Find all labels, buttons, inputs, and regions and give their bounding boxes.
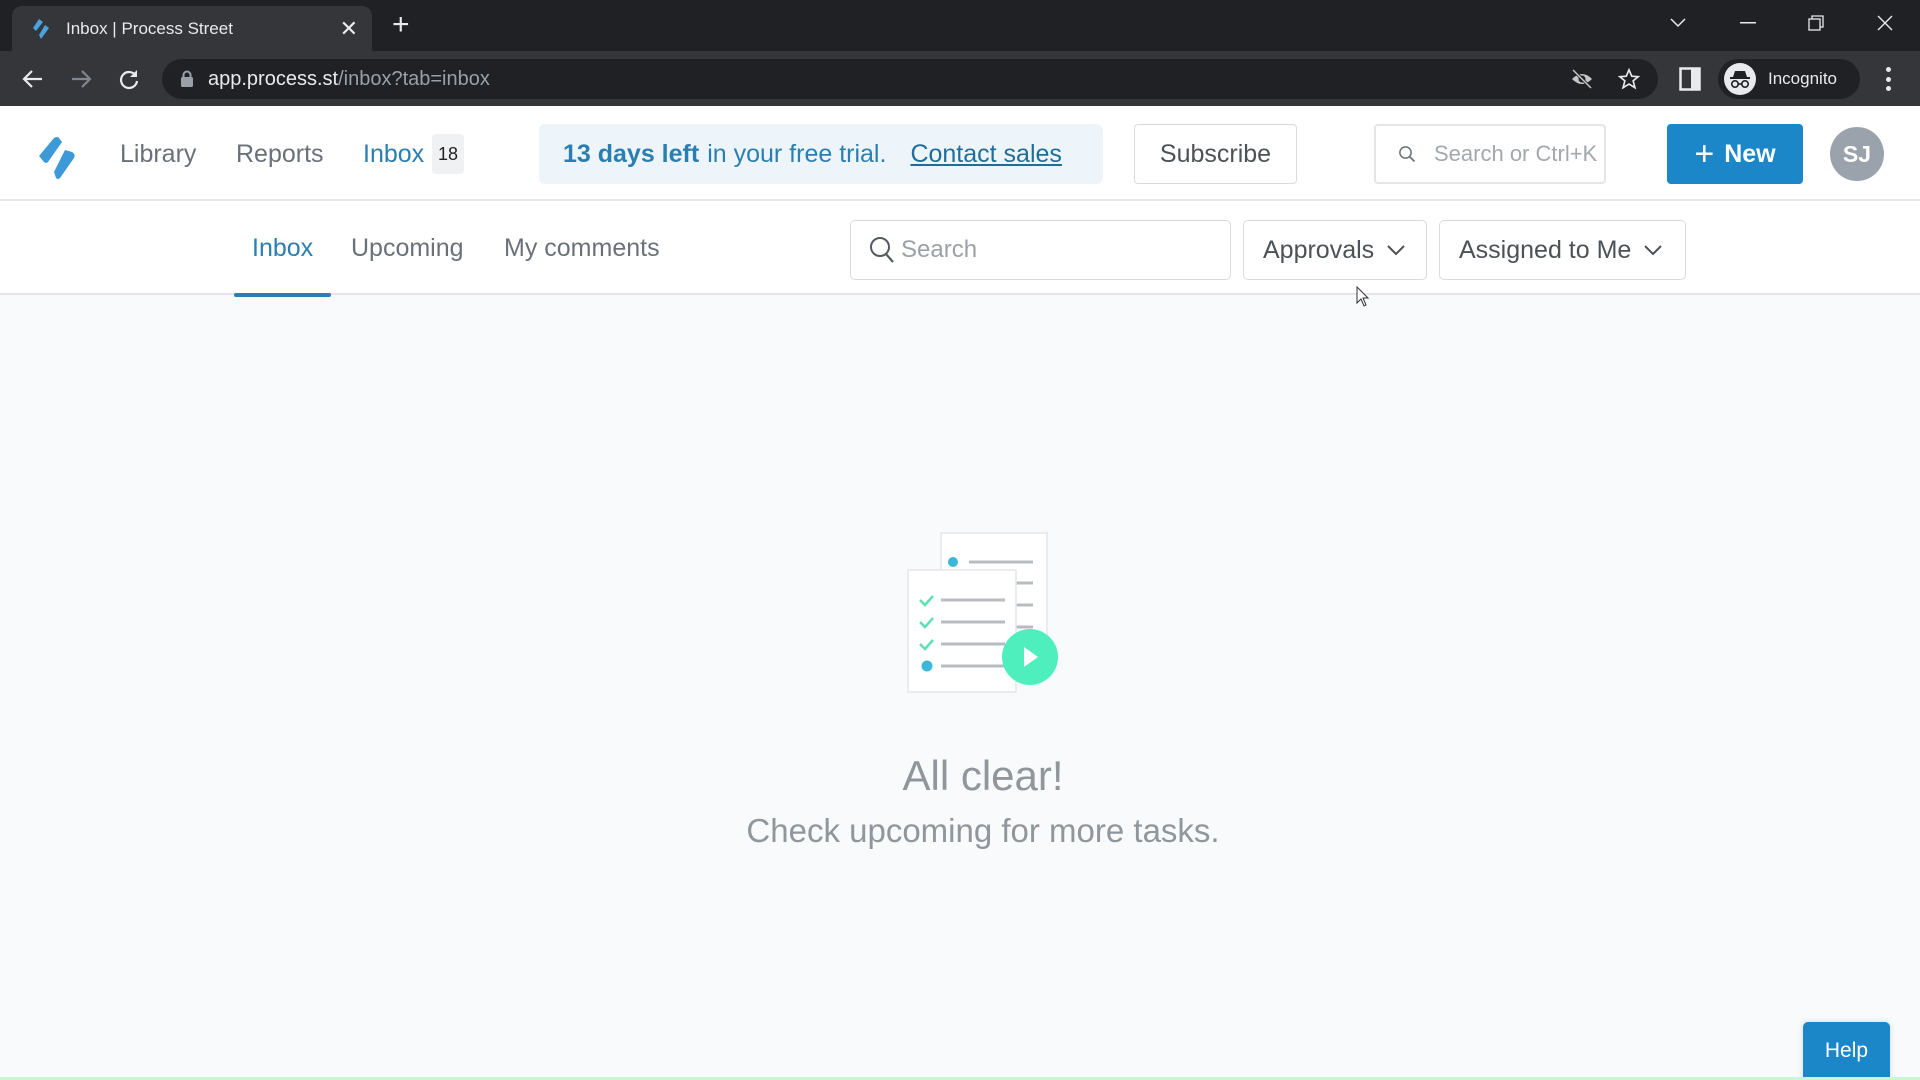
inbox-search-input[interactable] bbox=[901, 236, 1221, 264]
process-street-logo-icon[interactable] bbox=[34, 132, 84, 182]
inbox-toolbar: Inbox Upcoming My comments Approvals Ass… bbox=[0, 201, 1920, 297]
empty-state-subtitle: Check upcoming for more tasks. bbox=[746, 812, 1220, 849]
tab-search-icon[interactable] bbox=[1648, 0, 1708, 45]
chevron-down-icon bbox=[1644, 245, 1663, 256]
inbox-count-badge: 18 bbox=[432, 134, 464, 174]
new-button-label: New bbox=[1724, 139, 1776, 168]
play-icon bbox=[1002, 629, 1058, 685]
plus-icon: + bbox=[1694, 135, 1715, 173]
empty-state-title: All clear! bbox=[902, 752, 1064, 799]
browser-tab-title: Inbox | Process Street bbox=[66, 18, 233, 38]
trial-days-left: 13 days left bbox=[563, 139, 700, 168]
address-bar[interactable]: app.process.st/inbox?tab=inbox bbox=[162, 59, 1658, 99]
global-search-input[interactable] bbox=[1434, 141, 1604, 167]
browser-menu-icon[interactable] bbox=[1876, 65, 1900, 93]
restore-icon[interactable] bbox=[1786, 0, 1846, 45]
nav-inbox[interactable]: Inbox bbox=[363, 140, 424, 169]
type-filter-value: Approvals bbox=[1263, 235, 1375, 264]
new-tab-icon[interactable]: + bbox=[392, 10, 410, 40]
incognito-profile-button[interactable]: Incognito bbox=[1718, 59, 1860, 99]
lock-icon bbox=[181, 70, 193, 87]
back-icon[interactable] bbox=[16, 62, 50, 96]
url-path: /inbox?tab=inbox bbox=[338, 67, 490, 90]
incognito-icon bbox=[1724, 63, 1756, 95]
user-avatar[interactable]: SJ bbox=[1830, 127, 1884, 181]
global-search-box[interactable] bbox=[1374, 124, 1606, 184]
tab-my-comments[interactable]: My comments bbox=[504, 201, 660, 295]
help-button[interactable]: Help bbox=[1803, 1022, 1890, 1080]
contact-sales-link[interactable]: Contact sales bbox=[910, 140, 1061, 169]
forward-icon[interactable] bbox=[64, 62, 98, 96]
trial-banner: 13 days left in your free trial. Contact… bbox=[539, 124, 1103, 184]
browser-tab-strip: Inbox | Process Street ✕ + bbox=[0, 0, 1920, 51]
trial-text: in your free trial. bbox=[707, 139, 887, 168]
close-tab-icon[interactable]: ✕ bbox=[340, 17, 358, 40]
chevron-down-icon bbox=[1387, 245, 1405, 256]
search-icon bbox=[870, 237, 894, 263]
minimize-icon[interactable] bbox=[1718, 0, 1778, 45]
empty-inbox-illustration bbox=[907, 532, 1058, 693]
tracking-protection-eye-off-icon[interactable] bbox=[1570, 67, 1594, 91]
inbox-search-box[interactable] bbox=[850, 220, 1231, 280]
reload-icon[interactable] bbox=[112, 62, 146, 96]
assignee-filter-dropdown[interactable]: Assigned to Me bbox=[1439, 220, 1686, 280]
nav-reports[interactable]: Reports bbox=[236, 140, 324, 169]
close-window-icon[interactable] bbox=[1855, 0, 1915, 45]
search-icon bbox=[1399, 146, 1416, 163]
browser-toolbar: app.process.st/inbox?tab=inbox Incognito bbox=[0, 51, 1920, 106]
nav-library[interactable]: Library bbox=[120, 140, 196, 169]
side-panel-icon[interactable] bbox=[1679, 67, 1701, 91]
type-filter-dropdown[interactable]: Approvals bbox=[1243, 220, 1427, 280]
new-button[interactable]: + New bbox=[1667, 124, 1803, 184]
process-street-favicon-icon bbox=[33, 18, 49, 39]
url-host: app.process.st bbox=[208, 67, 339, 90]
app-header: Library Reports Inbox 18 13 days left in… bbox=[0, 106, 1920, 201]
incognito-label: Incognito bbox=[1768, 69, 1837, 88]
mouse-cursor-icon bbox=[1356, 286, 1370, 307]
subscribe-button[interactable]: Subscribe bbox=[1134, 124, 1297, 184]
bookmark-star-icon[interactable] bbox=[1617, 67, 1641, 91]
tab-upcoming[interactable]: Upcoming bbox=[351, 201, 464, 295]
browser-tab[interactable]: Inbox | Process Street ✕ bbox=[12, 6, 372, 51]
assignee-filter-value: Assigned to Me bbox=[1459, 235, 1632, 264]
tab-inbox[interactable]: Inbox bbox=[234, 201, 332, 297]
front-document bbox=[907, 569, 1017, 693]
